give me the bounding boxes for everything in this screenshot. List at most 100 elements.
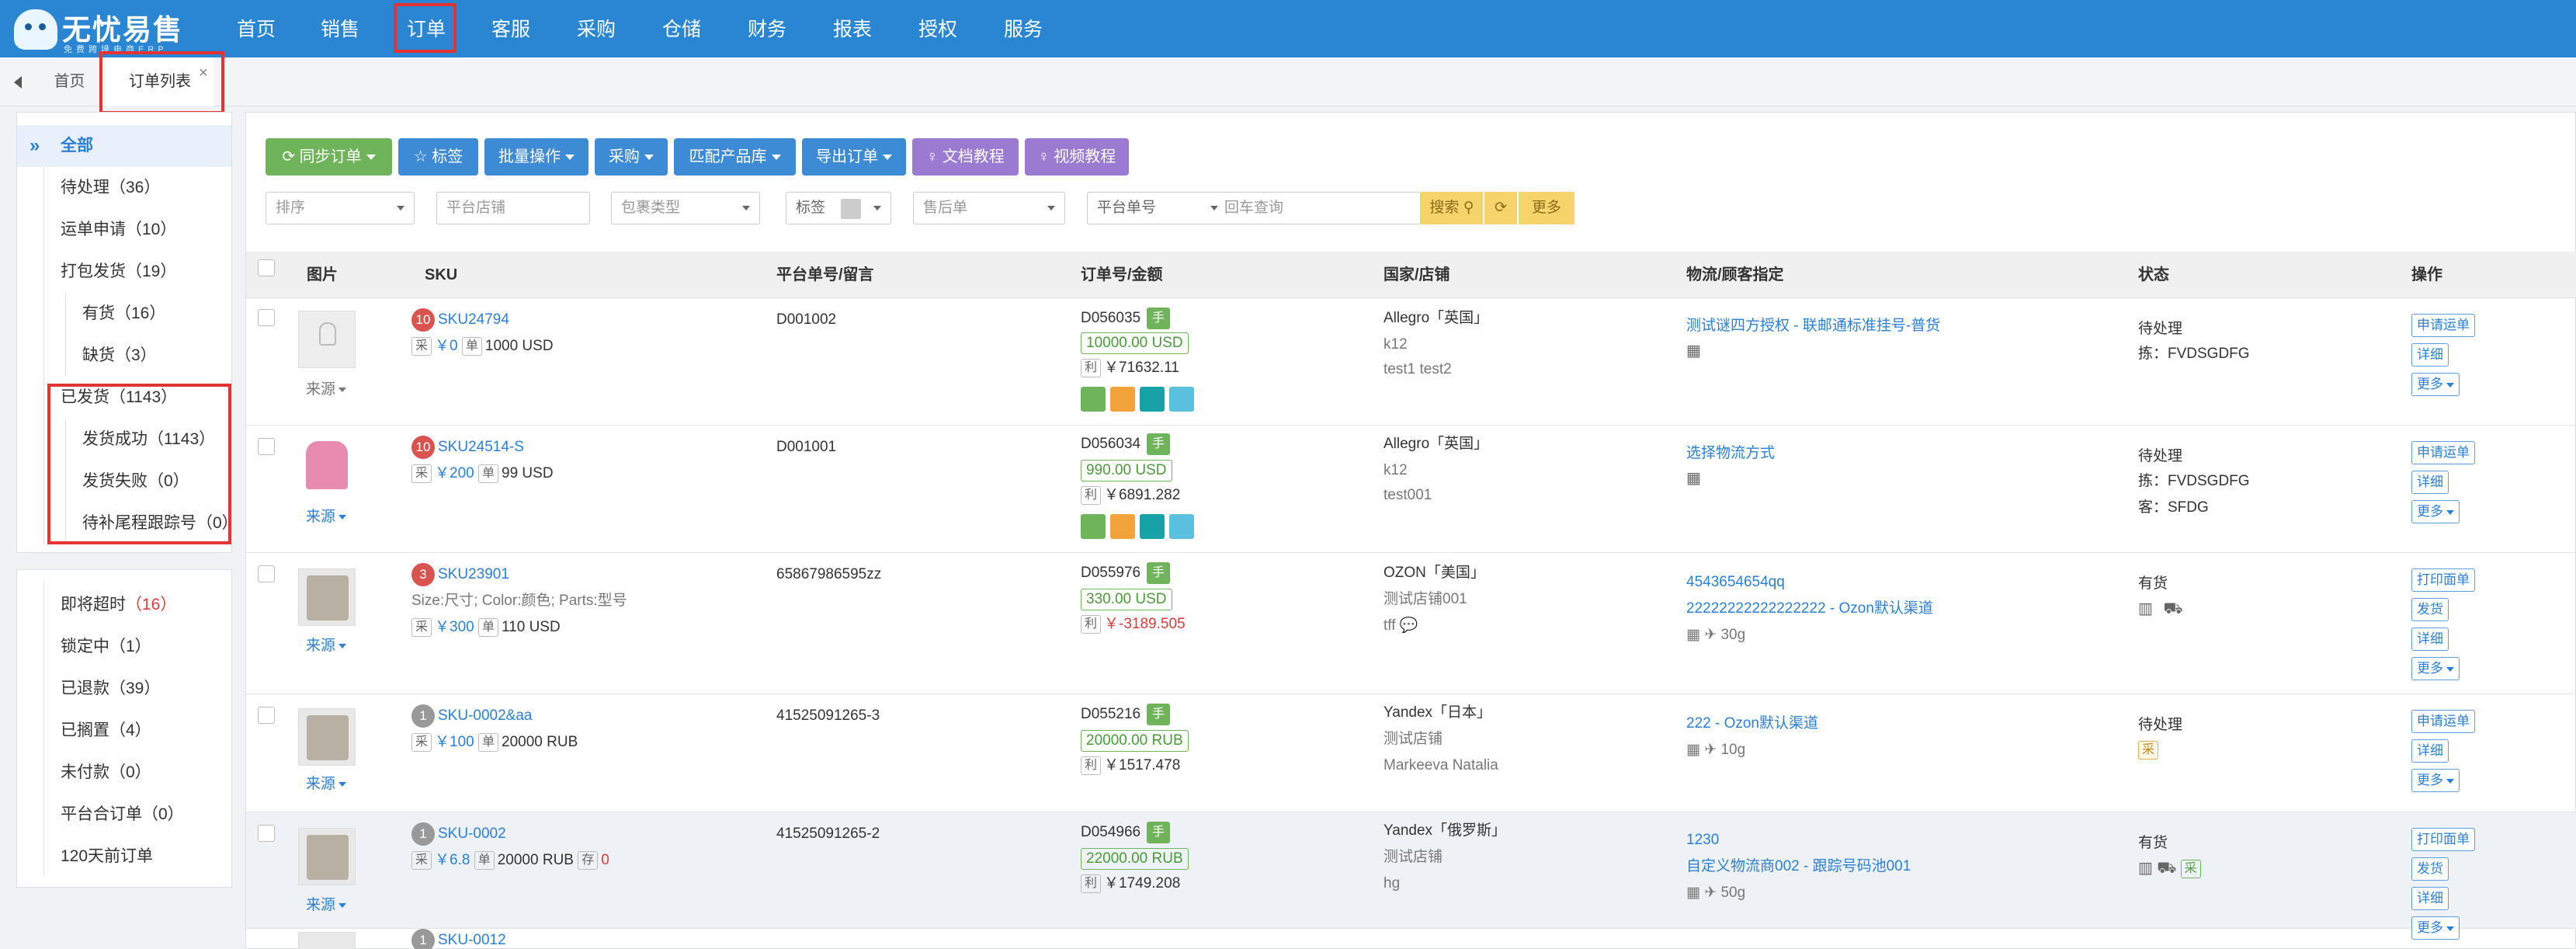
sort-select[interactable]: 排序 bbox=[266, 192, 415, 224]
tab-home[interactable]: 首页 bbox=[39, 57, 101, 106]
logistics-link[interactable]: 222 - Ozon默认渠道 bbox=[1686, 714, 1818, 733]
row-checkbox[interactable] bbox=[258, 707, 275, 724]
batch-operation-button[interactable]: 批量操作 bbox=[484, 138, 588, 176]
sidebar-item-in-stock[interactable]: 有货（16） bbox=[17, 293, 231, 335]
source-dropdown[interactable]: 来源 bbox=[306, 634, 347, 655]
more-button[interactable]: 更多 bbox=[2411, 657, 2460, 680]
flag-orange[interactable] bbox=[1110, 514, 1135, 539]
detail-button[interactable]: 详细 bbox=[2411, 627, 2449, 651]
match-product-button[interactable]: 匹配产品库 bbox=[674, 138, 796, 176]
detail-button[interactable]: 详细 bbox=[2411, 887, 2449, 910]
calculator-icon[interactable]: ▦ bbox=[1686, 885, 1700, 901]
sync-orders-button[interactable]: ⟳ 同步订单 bbox=[266, 138, 392, 176]
sku-link[interactable]: SKU23901 bbox=[438, 565, 509, 584]
flag-teal[interactable] bbox=[1140, 514, 1165, 539]
order-no[interactable]: D055976 bbox=[1081, 564, 1140, 582]
product-thumbnail[interactable] bbox=[298, 828, 356, 885]
print-label-button[interactable]: 打印面单 bbox=[2411, 568, 2475, 592]
flag-lightblue[interactable] bbox=[1169, 387, 1194, 412]
sidebar-item-unpaid[interactable]: 未付款（0） bbox=[17, 752, 231, 794]
sidebar-item-waybill-request[interactable]: 运单申请（10） bbox=[17, 209, 231, 251]
nav-sales[interactable]: 销售 bbox=[307, 0, 373, 57]
print-label-button[interactable]: 打印面单 bbox=[2411, 828, 2475, 851]
product-thumbnail[interactable] bbox=[298, 932, 356, 949]
sidebar-item-pending[interactable]: 待处理（36） bbox=[17, 167, 231, 209]
order-no[interactable]: D055216 bbox=[1081, 705, 1140, 724]
detail-button[interactable]: 详细 bbox=[2411, 471, 2449, 494]
detail-button[interactable]: 详细 bbox=[2411, 739, 2449, 763]
flag-orange[interactable] bbox=[1110, 387, 1135, 412]
doc-tutorial-button[interactable]: ♀ 文档教程 bbox=[912, 138, 1019, 176]
source-dropdown[interactable]: 来源 bbox=[306, 893, 347, 914]
nav-home[interactable]: 首页 bbox=[224, 0, 289, 57]
product-thumbnail[interactable] bbox=[298, 311, 356, 368]
tag-button[interactable]: ☆ 标签 bbox=[398, 138, 478, 176]
sku-link[interactable]: SKU24514-S bbox=[438, 438, 524, 457]
sku-link[interactable]: SKU-0002&aa bbox=[438, 707, 532, 725]
flag-teal[interactable] bbox=[1140, 387, 1165, 412]
truck-icon[interactable]: ⛟ bbox=[2163, 600, 2185, 617]
nav-finance[interactable]: 财务 bbox=[734, 0, 800, 57]
source-dropdown[interactable]: 来源 bbox=[306, 772, 347, 793]
apply-waybill-button[interactable]: 申请运单 bbox=[2411, 314, 2475, 337]
barcode-icon[interactable]: ▥ bbox=[2138, 860, 2153, 877]
nav-authorization[interactable]: 授权 bbox=[905, 0, 970, 57]
logistics-link[interactable]: 22222222222222222 - Ozon默认渠道 bbox=[1686, 600, 1933, 618]
source-dropdown[interactable]: 来源 bbox=[306, 377, 347, 398]
product-thumbnail[interactable] bbox=[298, 568, 356, 626]
message-icon[interactable]: 💬 bbox=[1400, 617, 1418, 634]
flag-lightblue[interactable] bbox=[1169, 514, 1194, 539]
calculator-icon[interactable]: ▦ bbox=[1686, 627, 1700, 643]
sku-link[interactable]: SKU-0012 bbox=[438, 931, 506, 949]
sidebar-item-on-hold[interactable]: 已搁置（4） bbox=[17, 710, 231, 752]
truck-icon[interactable]: ⛟ bbox=[2157, 860, 2176, 877]
refresh-button[interactable]: ⟳ bbox=[1484, 192, 1517, 224]
product-thumbnail[interactable] bbox=[298, 438, 356, 495]
more-button[interactable]: 更多 bbox=[2411, 769, 2460, 792]
order-no[interactable]: D056035 bbox=[1081, 309, 1140, 328]
select-all-checkbox[interactable] bbox=[258, 259, 275, 276]
barcode-icon[interactable]: ▥ bbox=[2138, 600, 2156, 617]
order-no[interactable]: D054966 bbox=[1081, 823, 1140, 842]
sidebar-item-pack-ship[interactable]: 打包发货（19） bbox=[17, 251, 231, 293]
search-input[interactable]: 回车查询 bbox=[1224, 193, 1283, 224]
package-type-select[interactable]: 包裹类型 bbox=[611, 192, 760, 224]
row-checkbox[interactable] bbox=[258, 565, 275, 582]
calculator-icon[interactable]: ▦ bbox=[1686, 469, 1701, 488]
row-checkbox[interactable] bbox=[258, 825, 275, 842]
export-orders-button[interactable]: 导出订单 bbox=[802, 138, 906, 176]
nav-warehouse[interactable]: 仓储 bbox=[649, 0, 714, 57]
order-no-search-field[interactable]: 平台单号 回车查询 bbox=[1087, 192, 1421, 224]
detail-button[interactable]: 详细 bbox=[2411, 343, 2449, 367]
logistics-link[interactable]: 选择物流方式 bbox=[1686, 444, 1775, 463]
flag-green[interactable] bbox=[1081, 387, 1106, 412]
more-button[interactable]: 更多 bbox=[2411, 500, 2460, 523]
calculator-icon[interactable]: ▦ bbox=[1686, 742, 1700, 758]
brand-logo[interactable]: 无忧易售 免费跨境电商ERP bbox=[11, 5, 182, 54]
sidebar-item-out-of-stock[interactable]: 缺货（3） bbox=[17, 335, 231, 377]
row-checkbox[interactable] bbox=[258, 438, 275, 455]
sidebar-item-old-orders[interactable]: 120天前订单 bbox=[17, 836, 231, 878]
sidebar-item-merged-orders[interactable]: 平台合订单（0） bbox=[17, 794, 231, 836]
tracking-no-link[interactable]: 1230 bbox=[1686, 831, 1719, 850]
ship-button[interactable]: 发货 bbox=[2411, 857, 2449, 881]
apply-waybill-button[interactable]: 申请运单 bbox=[2411, 710, 2475, 733]
product-thumbnail[interactable] bbox=[298, 708, 356, 766]
purchase-button[interactable]: 采购 bbox=[595, 138, 668, 176]
sidebar-item-timeout-soon[interactable]: 即将超时（16） bbox=[17, 584, 231, 626]
more-button[interactable]: 更多 bbox=[2411, 373, 2460, 396]
sidebar-item-locked[interactable]: 锁定中（1） bbox=[17, 626, 231, 668]
nav-reports[interactable]: 报表 bbox=[820, 0, 885, 57]
sidebar-item-refunded[interactable]: 已退款（39） bbox=[17, 668, 231, 710]
more-filters-button[interactable]: 更多 bbox=[1519, 192, 1574, 224]
nav-purchase[interactable]: 采购 bbox=[564, 0, 629, 57]
sku-link[interactable]: SKU24794 bbox=[438, 311, 509, 329]
logistics-link[interactable]: 自定义物流商002 - 跟踪号码池001 bbox=[1686, 857, 1911, 876]
tab-scroll-left-icon[interactable] bbox=[14, 76, 22, 89]
calculator-icon[interactable]: ▦ bbox=[1686, 342, 1701, 360]
nav-services[interactable]: 服务 bbox=[991, 0, 1056, 57]
apply-waybill-button[interactable]: 申请运单 bbox=[2411, 441, 2475, 464]
tag-filter-select[interactable]: 标签 bbox=[786, 192, 891, 224]
aftersale-select[interactable]: 售后单 bbox=[913, 192, 1065, 224]
source-dropdown[interactable]: 来源 bbox=[306, 505, 347, 526]
